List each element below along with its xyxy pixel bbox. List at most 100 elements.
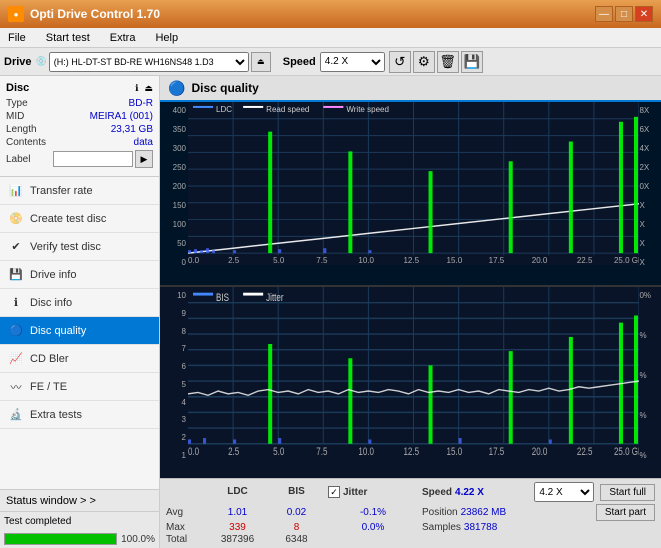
label-apply-button[interactable]: ▶ (135, 150, 153, 168)
disc-label-input[interactable] (53, 151, 133, 167)
sidebar-item-disc-quality[interactable]: 🔵 Disc quality (0, 317, 159, 345)
svg-text:17.5: 17.5 (489, 256, 505, 265)
extra-tests-icon: 🔬 (8, 407, 24, 423)
eject-button[interactable]: ⏏ (251, 52, 271, 72)
svg-text:25.0 GB: 25.0 GB (614, 446, 639, 458)
total-ldc: 387396 (210, 534, 265, 545)
disc-section-title: Disc (6, 82, 29, 94)
sidebar-item-disc-info[interactable]: ℹ Disc info (0, 289, 159, 317)
status-window-button[interactable]: Status window > > (0, 490, 159, 512)
sidebar-item-create-test-disc[interactable]: 📀 Create test disc (0, 205, 159, 233)
sidebar-item-fe-te[interactable]: 〰 FE / TE (0, 373, 159, 401)
refresh-button[interactable]: ↺ (389, 51, 411, 73)
svg-text:20.0: 20.0 (532, 256, 548, 265)
mid-label: MID (6, 111, 24, 122)
progress-bar-fill (5, 534, 116, 544)
svg-text:LDC: LDC (216, 105, 232, 114)
disc-eject-icon[interactable]: ⏏ (144, 83, 153, 94)
lower-chart-svg: BIS Jitter (188, 287, 639, 458)
config-button[interactable]: ⚙ (413, 51, 435, 73)
status-bar: Status window > > Test completed 100.0% (0, 489, 159, 548)
menu-start-test[interactable]: Start test (42, 32, 94, 44)
jitter-header: Jitter (343, 487, 367, 498)
length-value: 23,31 GB (111, 124, 153, 135)
sidebar-item-verify-test-disc[interactable]: ✔ Verify test disc (0, 233, 159, 261)
sidebar-item-drive-info[interactable]: 💾 Drive info (0, 261, 159, 289)
drive-icon: 💿 (36, 56, 47, 67)
content-header: 🔵 Disc quality (160, 76, 661, 102)
svg-text:17.5: 17.5 (489, 446, 505, 458)
sidebar-item-extra-tests[interactable]: 🔬 Extra tests (0, 401, 159, 429)
speed-dropdown[interactable]: 4.2 X (320, 52, 385, 72)
jitter-checkbox-group[interactable]: ✓ Jitter (328, 486, 418, 498)
svg-text:Write speed: Write speed (346, 105, 389, 114)
start-part-button[interactable]: Start part (596, 504, 655, 521)
upper-chart: 400 350 300 250 200 150 100 50 0 18X 16X… (160, 102, 661, 287)
svg-text:0.0: 0.0 (188, 256, 200, 265)
speed-icons: ↺ ⚙ 🗑 💾 (389, 51, 483, 73)
svg-text:5.0: 5.0 (273, 256, 285, 265)
speed-stat-value: 4.22 X (455, 487, 484, 498)
svg-text:10.0: 10.0 (358, 446, 374, 458)
jitter-checkbox[interactable]: ✓ (328, 486, 340, 498)
bis-header: BIS (269, 486, 324, 498)
sidebar-item-cd-bler[interactable]: 📈 CD Bler (0, 345, 159, 373)
create-disc-icon: 📀 (8, 211, 24, 227)
type-value: BD-R (129, 98, 153, 109)
svg-text:15.0: 15.0 (447, 446, 463, 458)
svg-text:7.5: 7.5 (316, 256, 328, 265)
upper-chart-svg: LDC Read speed Write speed (188, 102, 639, 265)
total-row: Total 387396 6348 (166, 534, 655, 545)
svg-text:22.5: 22.5 (577, 256, 593, 265)
start-full-button[interactable]: Start full (600, 484, 655, 501)
app-icon: ● (8, 6, 24, 22)
menu-file[interactable]: File (4, 32, 30, 44)
erase-button[interactable]: 🗑 (437, 51, 459, 73)
svg-text:20.0: 20.0 (532, 446, 548, 458)
stats-header-row: LDC BIS ✓ Jitter Speed 4.22 X 4.2 X Star… (166, 482, 655, 502)
ldc-header: LDC (210, 486, 265, 498)
avg-bis: 0.02 (269, 507, 324, 518)
maximize-button[interactable]: □ (615, 6, 633, 22)
disc-info-icon[interactable]: ℹ (135, 83, 138, 94)
menu-extra[interactable]: Extra (106, 32, 140, 44)
cd-bler-icon: 📈 (8, 351, 24, 367)
drive-dropdown[interactable]: (H:) HL-DT-ST BD-RE WH16NS48 1.D3 (49, 52, 249, 72)
nav-items: 📊 Transfer rate 📀 Create test disc ✔ Ver… (0, 177, 159, 489)
title-bar: ● Opti Drive Control 1.70 — □ ✕ (0, 0, 661, 28)
charts-container: 400 350 300 250 200 150 100 50 0 18X 16X… (160, 102, 661, 478)
drive-info-icon: 💾 (8, 267, 24, 283)
progress-percentage: 100.0% (121, 534, 155, 545)
stats-panel: LDC BIS ✓ Jitter Speed 4.22 X 4.2 X Star… (160, 478, 661, 548)
sidebar-item-transfer-rate[interactable]: 📊 Transfer rate (0, 177, 159, 205)
save-button[interactable]: 💾 (461, 51, 483, 73)
svg-text:5.0: 5.0 (273, 446, 285, 458)
avg-row: Avg 1.01 0.02 -0.1% Position 23862 MB St… (166, 504, 655, 521)
app-title: Opti Drive Control 1.70 (30, 7, 160, 21)
position-label: Position (422, 507, 458, 518)
disc-quality-nav-icon: 🔵 (8, 323, 24, 339)
speed-stat-dropdown[interactable]: 4.2 X (534, 482, 594, 502)
lower-y-labels-left: 10 9 8 7 6 5 4 3 2 1 (160, 291, 188, 460)
close-button[interactable]: ✕ (635, 6, 653, 22)
type-label: Type (6, 98, 28, 109)
total-label: Total (166, 534, 206, 545)
svg-text:12.5: 12.5 (403, 446, 419, 458)
minimize-button[interactable]: — (595, 6, 613, 22)
menu-bar: File Start test Extra Help (0, 28, 661, 48)
svg-text:7.5: 7.5 (316, 446, 328, 458)
avg-jitter: -0.1% (328, 507, 418, 518)
disc-info-nav-icon: ℹ (8, 295, 24, 311)
drive-label: Drive (4, 56, 32, 68)
speed-stat-group: Speed 4.22 X (422, 486, 512, 498)
fe-te-icon: 〰 (8, 379, 24, 395)
svg-text:2.5: 2.5 (228, 256, 240, 265)
mid-value: MEIRA1 (001) (90, 111, 153, 122)
progress-bar-row: 100.0% (0, 530, 159, 548)
position-group: Position 23862 MB (422, 507, 512, 518)
main-layout: Disc ℹ ⏏ Type BD-R MID MEIRA1 (001) Leng… (0, 76, 661, 548)
progress-bar-background (4, 533, 117, 545)
disc-label-label: Label (6, 154, 30, 165)
menu-help[interactable]: Help (151, 32, 182, 44)
svg-text:Read speed: Read speed (266, 105, 309, 114)
